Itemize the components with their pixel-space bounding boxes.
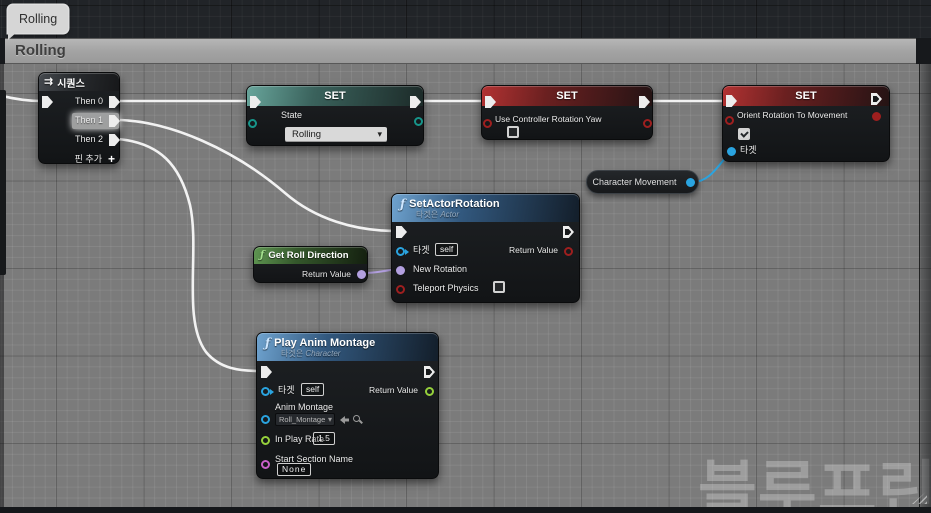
- node-title: SetActorRotation: [409, 197, 500, 210]
- then2-out-pin[interactable]: [109, 134, 120, 146]
- offscreen-node-edge: [0, 90, 6, 275]
- variable-name: Character Movement: [592, 177, 677, 187]
- node-character-movement[interactable]: Character Movement: [586, 170, 699, 194]
- add-pin-label[interactable]: 핀 추가: [75, 154, 102, 165]
- node-title: SET: [556, 90, 578, 102]
- teleport-checkbox-unchecked[interactable]: [493, 281, 505, 293]
- node-set-orient-rotation-to-movement[interactable]: SET Orient Rotation To Movement 타겟: [722, 85, 890, 162]
- state-out-pin[interactable]: [414, 117, 423, 126]
- caret-down-icon: ▾: [327, 415, 332, 424]
- exec-out-pin[interactable]: [410, 96, 421, 108]
- exec-in-pin[interactable]: [250, 96, 261, 108]
- exec-in-pin[interactable]: [261, 366, 272, 378]
- node-header: SET: [482, 86, 652, 106]
- variable-label: Use Controller Rotation Yaw: [495, 114, 602, 124]
- add-pin-plus-icon[interactable]: +: [108, 153, 115, 165]
- node-set-use-controller-rotation-yaw[interactable]: SET Use Controller Rotation Yaw: [481, 85, 653, 140]
- return-value-label: Return Value: [369, 385, 418, 395]
- tab-label: Rolling: [19, 12, 58, 26]
- anim-montage-value: Roll_Montage: [279, 415, 326, 424]
- state-label: State: [281, 110, 303, 120]
- graph-title: Rolling: [15, 42, 66, 59]
- node-sequence[interactable]: ⇉ 시퀀스 Then 0 Then 1 Then 2 핀 추가 +: [38, 72, 120, 165]
- return-value-label: Return Value: [509, 245, 558, 255]
- in-play-rate-value-box[interactable]: 1.5: [313, 432, 335, 445]
- function-icon: ƒ: [260, 249, 265, 261]
- target-pin[interactable]: [727, 147, 736, 156]
- state-value: Rolling: [292, 129, 322, 140]
- state-in-pin[interactable]: [248, 119, 257, 128]
- node-title: SET: [795, 90, 817, 102]
- teleport-physics-pin[interactable]: [396, 285, 405, 294]
- pin-label-then0: Then 0: [74, 96, 103, 106]
- value-checkbox-unchecked[interactable]: [507, 126, 519, 138]
- new-rotation-label: New Rotation: [413, 264, 468, 274]
- node-set-state[interactable]: SET State Rolling ▾: [246, 85, 424, 146]
- output-pin[interactable]: [686, 178, 695, 187]
- exec-out-pin[interactable]: [871, 93, 882, 105]
- target-label: 타겟: [413, 245, 430, 255]
- exec-in-pin[interactable]: [42, 96, 53, 108]
- bottom-bar: [0, 507, 931, 513]
- node-header: ƒ Get Roll Direction: [254, 247, 367, 264]
- start-section-value-box[interactable]: None: [277, 463, 312, 476]
- target-pin[interactable]: [261, 387, 274, 396]
- exec-in-pin[interactable]: [485, 96, 496, 108]
- node-get-roll-direction[interactable]: ƒ Get Roll Direction Return Value: [253, 246, 368, 283]
- wire-exec-into-sequence[interactable]: [0, 94, 43, 103]
- anim-montage-dropdown[interactable]: Roll_Montage ▾: [275, 413, 335, 426]
- sequence-icon: ⇉: [44, 75, 54, 88]
- anim-montage-label: Anim Montage: [275, 402, 334, 412]
- bool-out-pin[interactable]: [643, 119, 652, 128]
- anim-montage-pin[interactable]: [261, 415, 270, 424]
- target-pin[interactable]: [396, 247, 409, 256]
- node-header: ƒ SetActorRotation 타겟은 Actor: [392, 194, 579, 222]
- state-value-dropdown[interactable]: Rolling ▾: [285, 127, 387, 142]
- variable-label: Orient Rotation To Movement: [737, 110, 848, 120]
- blueprint-editor: Rolling Rolling 블루프린 ⇉ 시퀀스 Then 0 Then 1…: [0, 0, 931, 513]
- node-play-anim-montage[interactable]: ƒ Play Anim Montage 타겟은 Character 타겟 sel…: [256, 332, 439, 479]
- exec-in-pin[interactable]: [726, 95, 737, 107]
- bool-out-pin[interactable]: [872, 112, 881, 121]
- node-header: SET: [723, 86, 889, 106]
- use-selected-asset-icon[interactable]: [340, 416, 349, 424]
- graph-title-bar: Rolling: [5, 38, 916, 64]
- wire-then2-to-playanimmontage[interactable]: [116, 137, 262, 373]
- caret-down-icon: ▾: [377, 129, 382, 139]
- target-label: 타겟: [278, 385, 295, 395]
- then0-out-pin[interactable]: [109, 96, 120, 108]
- function-icon: ƒ: [265, 335, 271, 350]
- value-checkbox-checked[interactable]: [738, 128, 750, 140]
- pin-label-then1: Then 1: [74, 115, 103, 125]
- return-value-pin[interactable]: [425, 387, 434, 396]
- node-title: Get Roll Direction: [268, 250, 349, 261]
- node-header: ƒ Play Anim Montage 타겟은 Character: [257, 333, 438, 361]
- teleport-physics-label: Teleport Physics: [413, 283, 479, 293]
- target-label: 타겟: [740, 145, 757, 155]
- bool-in-pin[interactable]: [483, 119, 492, 128]
- return-value-pin[interactable]: [357, 270, 366, 279]
- function-icon: ƒ: [400, 196, 406, 211]
- in-play-rate-pin[interactable]: [261, 436, 270, 445]
- pin-label-then2: Then 2: [74, 134, 103, 144]
- tab-rolling[interactable]: Rolling: [8, 5, 69, 40]
- node-header: SET: [247, 86, 423, 106]
- self-value-box[interactable]: self: [435, 243, 459, 256]
- bool-in-pin[interactable]: [725, 116, 734, 125]
- new-rotation-pin[interactable]: [396, 266, 405, 275]
- node-title: SET: [324, 90, 346, 102]
- self-value-box[interactable]: self: [301, 383, 325, 396]
- exec-out-pin[interactable]: [639, 96, 650, 108]
- node-title: 시퀀스: [57, 78, 85, 90]
- exec-out-pin[interactable]: [424, 366, 435, 378]
- then1-out-pin[interactable]: [109, 115, 120, 127]
- start-section-pin[interactable]: [261, 460, 270, 469]
- node-title: Play Anim Montage: [274, 336, 376, 349]
- return-value-label: Return Value: [302, 269, 351, 279]
- exec-out-pin[interactable]: [563, 226, 574, 238]
- node-set-actor-rotation[interactable]: ƒ SetActorRotation 타겟은 Actor 타겟 self Ret…: [391, 193, 580, 303]
- browse-asset-icon[interactable]: [353, 415, 360, 422]
- exec-in-pin[interactable]: [396, 226, 407, 238]
- return-value-pin[interactable]: [564, 247, 573, 256]
